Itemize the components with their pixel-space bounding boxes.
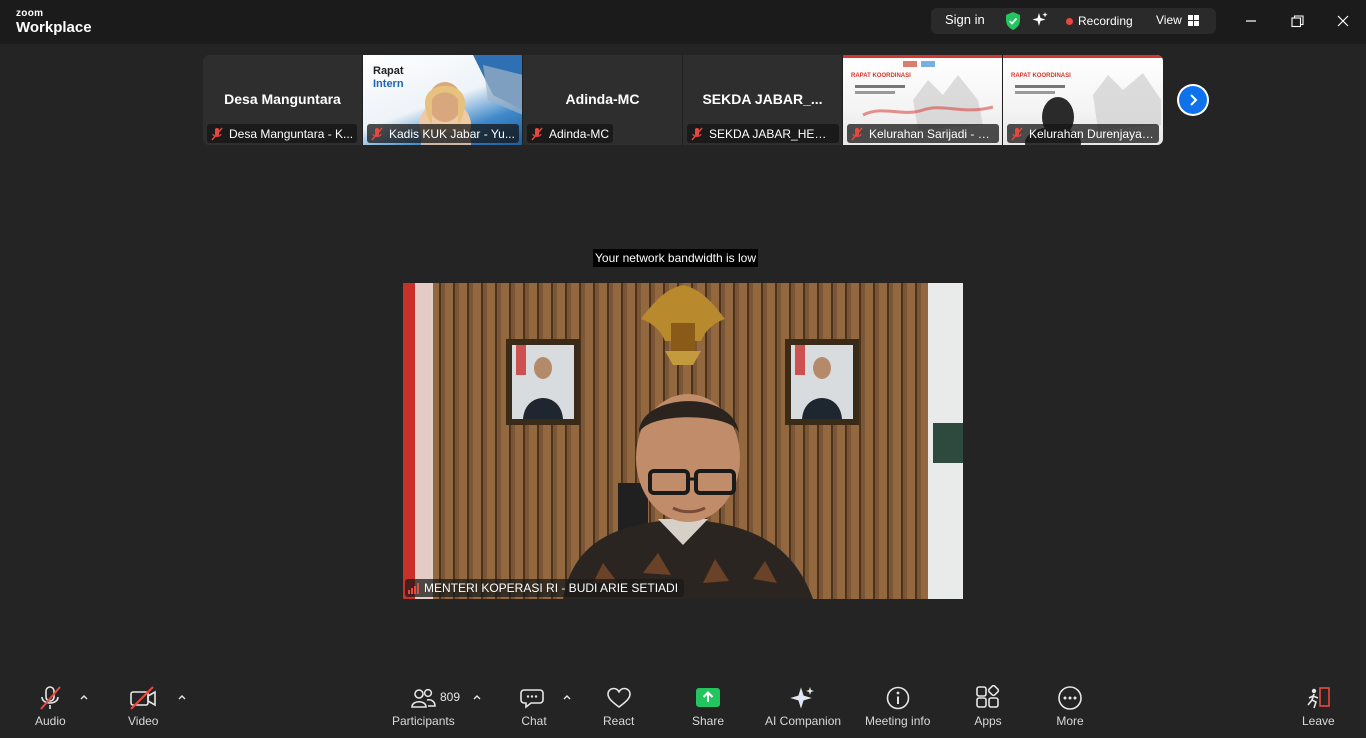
audio-options-chevron-icon[interactable] [79, 692, 89, 702]
muted-mic-icon [531, 127, 543, 140]
meeting-info-button[interactable]: Meeting info [865, 684, 930, 728]
sign-in-button[interactable]: Sign in [945, 12, 985, 27]
chat-button[interactable]: Chat [519, 684, 549, 728]
ai-sparkle-icon[interactable] [1031, 11, 1049, 29]
brand-bottom: Workplace [16, 19, 92, 36]
participant-tile[interactable]: RAPAT KOORDINASI Kelurahan Sarijadi - S.… [843, 55, 1003, 145]
participant-tile[interactable]: RAPAT KOORDINASI Kelurahan Durenjaya_... [1003, 55, 1163, 145]
restore-icon [1290, 14, 1304, 27]
signal-strength-icon [408, 582, 419, 594]
participant-tile[interactable]: SEKDA JABAR_... SEKDA JABAR_HERM... [683, 55, 843, 145]
chevron-right-icon [1190, 94, 1198, 106]
muted-mic-icon [851, 127, 863, 140]
participant-label: Desa Manguntara - K... [207, 124, 358, 143]
ai-companion-button[interactable]: AI Companion [765, 684, 841, 728]
participants-options-chevron-icon[interactable] [472, 692, 482, 702]
chat-options-chevron-icon[interactable] [562, 692, 572, 702]
recording-indicator[interactable]: Recording [1066, 14, 1133, 28]
participant-name-large: SEKDA JABAR_... [702, 91, 823, 107]
brand-top: zoom [16, 8, 44, 19]
speaker-label: MENTERI KOPERASI RI - BUDI ARIE SETIADI [405, 579, 685, 597]
thumb-title-rapat: Rapat [373, 65, 404, 77]
apps-button[interactable]: Apps [973, 684, 1003, 728]
share-screen-icon [696, 688, 721, 707]
thumb-title-intern: Intern [373, 78, 404, 90]
thumb-koordinasi-title: RAPAT KOORDINASI [1011, 73, 1071, 79]
bandwidth-warning: Your network bandwidth is low [593, 249, 758, 267]
video-options-chevron-icon[interactable] [177, 692, 187, 702]
leave-door-icon [1307, 687, 1331, 709]
apps-icon [976, 685, 1000, 708]
participant-tile[interactable]: Rapat Intern Kadis KUK Jabar - Yu... [363, 55, 523, 145]
recording-label: Recording [1078, 14, 1133, 28]
participant-label: Kelurahan Sarijadi - S... [847, 124, 999, 143]
title-controls: Sign in Recording View [931, 8, 1216, 34]
view-label: View [1156, 13, 1182, 27]
close-button[interactable] [1331, 10, 1355, 32]
zoom-workplace-logo: zoom Workplace [16, 8, 92, 36]
participant-name-large: Desa Manguntara [224, 91, 341, 107]
participants-count: 809 [440, 690, 461, 704]
muted-mic-icon [371, 127, 383, 140]
muted-mic-icon [1011, 127, 1023, 140]
recording-dot-icon [1066, 17, 1073, 25]
muted-microphone-icon [40, 686, 62, 710]
participant-label: Kadis KUK Jabar - Yu... [367, 124, 519, 143]
participant-label: Adinda-MC [527, 124, 614, 143]
more-button[interactable]: More [1055, 684, 1085, 728]
speaker-name: MENTERI KOPERASI RI - BUDI ARIE SETIADI [424, 581, 679, 595]
info-icon [886, 686, 909, 710]
active-speaker-video[interactable]: MENTERI KOPERASI RI - BUDI ARIE SETIADI [403, 283, 963, 599]
muted-mic-icon [211, 127, 223, 140]
speaker-video-frame [403, 283, 963, 599]
participant-label: SEKDA JABAR_HERM... [687, 124, 839, 143]
video-button[interactable]: Video [128, 684, 158, 728]
audio-button[interactable]: Audio [35, 684, 66, 728]
muted-mic-icon [691, 127, 703, 140]
participant-tile[interactable]: Adinda-MC Adinda-MC [523, 55, 683, 145]
ai-companion-sparkle-icon [790, 687, 815, 709]
filmstrip-next-button[interactable] [1177, 84, 1209, 116]
chat-icon [520, 689, 544, 709]
participants-icon [411, 688, 437, 708]
close-icon [1337, 15, 1349, 27]
thumb-koordinasi-title: RAPAT KOORDINASI [851, 73, 911, 79]
participant-tile[interactable]: Desa Manguntara Desa Manguntara - K... [203, 55, 363, 145]
view-button[interactable]: View [1156, 13, 1199, 27]
grid-view-icon [1187, 14, 1199, 26]
title-bar: zoom Workplace Sign in Recording View [0, 0, 1366, 44]
zoom-meeting-window: zoom Workplace Sign in Recording View De… [0, 0, 1366, 738]
encryption-shield-icon[interactable] [1004, 11, 1022, 31]
more-ellipsis-icon [1058, 686, 1082, 710]
participant-filmstrip: Desa Manguntara Desa Manguntara - K... R… [203, 55, 1163, 145]
restore-button[interactable] [1285, 10, 1309, 32]
react-button[interactable]: React [603, 684, 634, 728]
minimize-icon [1246, 20, 1256, 22]
meeting-toolbar: Audio Video Participants 809 Chat React … [0, 678, 1366, 738]
stopped-video-camera-icon [130, 686, 157, 710]
heart-icon [606, 687, 631, 709]
participant-label: Kelurahan Durenjaya_... [1007, 124, 1159, 143]
share-button[interactable]: Share [692, 684, 724, 728]
participant-name-large: Adinda-MC [565, 91, 640, 107]
minimize-button[interactable] [1239, 10, 1263, 32]
leave-button[interactable]: Leave [1302, 684, 1335, 728]
